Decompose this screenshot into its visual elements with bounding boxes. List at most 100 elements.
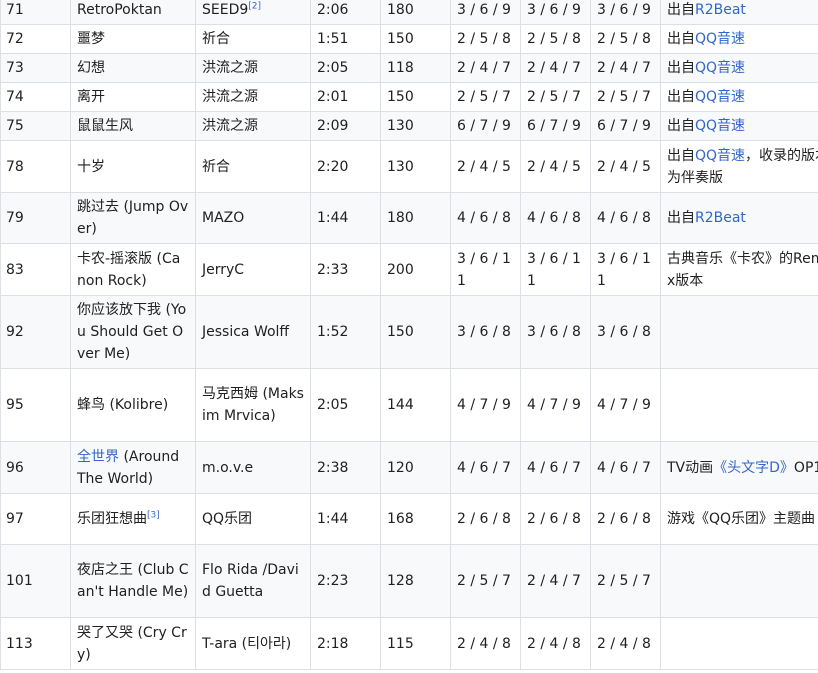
artist-cell: MAZO [195,192,311,244]
bpm-cell: 144 [380,368,451,442]
table-row: 97 乐团狂想曲[3] QQ乐团 1:44 168 2 / 6 / 82 / 6 / 82… [0,493,818,545]
artist-name: 洪流之源 [202,118,258,134]
notes-cell: 古典音乐《卡农》的Remix版本 [660,243,818,296]
song-title-cell: 全世界 (Around The World) [70,441,196,494]
difficulty-hard-cell: 6 / 7 / 9 [590,111,661,141]
song-title: RetroPoktan [77,1,162,18]
source-link[interactable]: QQ音速 [695,31,745,47]
song-title: 哭了又哭 (Cry Cry) [77,624,187,663]
notes-cell: 出自QQ音速 [660,111,818,141]
note-text: 古典音乐《卡农》的Remix版本 [667,250,818,289]
song-title-cell: 哭了又哭 (Cry Cry) [70,617,196,670]
song-title-cell: 噩梦 [70,24,196,54]
source-link[interactable]: R2Beat [695,210,746,226]
difficulty-easy-cell: 2 / 5 / 7 [450,544,521,618]
difficulty-normal-cell: 2 / 6 / 8 [520,493,591,545]
notes-cell [660,617,818,670]
note-text: 出自 [667,118,695,134]
bpm-cell: 120 [380,441,451,494]
difficulty-easy-cell: 6 / 7 / 9 [450,111,521,141]
difficulty-normal-cell: 3 / 6 / 9 [520,0,591,25]
song-title: 乐团狂想曲 [77,511,147,527]
difficulty-easy-cell: 4 / 7 / 9 [450,368,521,442]
source-link[interactable]: QQ音速 [695,148,745,164]
bpm-cell: 115 [380,617,451,670]
difficulty-normal-cell: 4 / 6 / 7 [520,441,591,494]
difficulty-easy-cell: 2 / 4 / 8 [450,617,521,670]
song-number-cell: 74 [0,82,71,112]
bpm-cell: 150 [380,24,451,54]
duration-cell: 2:01 [310,82,381,112]
song-title: 跳过去 (Jump Over) [77,199,189,237]
notes-cell: 出自QQ音速，收录的版本为伴奏版 [660,140,818,193]
difficulty-hard-cell: 2 / 5 / 8 [590,24,661,54]
duration-cell: 1:44 [310,192,381,244]
artist-cell: Flo Rida /David Guetta [195,544,311,618]
note-text: 出自 [667,89,695,105]
bpm-cell: 130 [380,140,451,193]
notes-cell [660,295,818,369]
song-title: 蜂鸟 (Kolibre) [77,397,169,413]
table-row: 96 全世界 (Around The World) m.o.v.e 2:38 120 4 … [0,441,818,494]
source-link[interactable]: 《头文字D》 [713,460,794,476]
table-row: 92 你应该放下我 (You Should Get Over Me) Jessica… [0,295,818,369]
table-row: 73 幻想 洪流之源 2:05 118 2 / 4 / 72 / 4 / 72 / 4 /… [0,53,818,83]
duration-cell: 2:18 [310,617,381,670]
song-list-table: 71 RetroPoktan SEED9[2] 2:06 180 3 / 6 / 93 /… [0,0,818,670]
song-title-link[interactable]: 全世界 [77,449,119,465]
difficulty-easy-cell: 4 / 6 / 7 [450,441,521,494]
note-text: 出自 [667,1,695,18]
difficulty-easy-cell: 3 / 6 / 8 [450,295,521,369]
difficulty-normal-cell: 3 / 6 / 11 [520,243,591,296]
song-title: 卡农-摇滚版 (Canon Rock) [77,250,181,289]
difficulty-easy-cell: 3 / 6 / 9 [450,0,521,25]
reference-link[interactable]: [3] [147,510,160,520]
difficulty-normal-cell: 3 / 6 / 8 [520,295,591,369]
bpm-cell: 180 [380,192,451,244]
table-row: 101 夜店之王 (Club Can't Handle Me) Flo Rida /… [0,544,818,618]
song-title-cell: 乐团狂想曲[3] [70,493,196,545]
song-number-cell: 96 [0,441,71,494]
notes-cell: 游戏《QQ乐团》主题曲 [660,493,818,545]
song-number-cell: 79 [0,192,71,244]
notes-cell: 出自QQ音速 [660,82,818,112]
table-row: 95 蜂鸟 (Kolibre) 马克西姆 (Maksim Mrvica) 2:05 14… [0,368,818,442]
song-number-cell: 78 [0,140,71,193]
difficulty-hard-cell: 3 / 6 / 8 [590,295,661,369]
song-title-cell: 十岁 [70,140,196,193]
duration-cell: 2:20 [310,140,381,193]
artist-name: 洪流之源 [202,60,258,76]
difficulty-easy-cell: 2 / 4 / 7 [450,53,521,83]
difficulty-hard-cell: 2 / 6 / 8 [590,493,661,545]
artist-cell: 洪流之源 [195,53,311,83]
table-row: 113 哭了又哭 (Cry Cry) T-ara (티아라) 2:18 115 2 / 4… [0,617,818,670]
bpm-cell: 200 [380,243,451,296]
notes-cell: 出自R2Beat [660,0,818,25]
difficulty-normal-cell: 4 / 7 / 9 [520,368,591,442]
artist-cell: 祈合 [195,24,311,54]
difficulty-easy-cell: 2 / 5 / 7 [450,82,521,112]
artist-cell: QQ乐团 [195,493,311,545]
artist-cell: m.o.v.e [195,441,311,494]
duration-cell: 2:05 [310,368,381,442]
song-title-cell: RetroPoktan [70,0,196,25]
duration-cell: 1:51 [310,24,381,54]
difficulty-normal-cell: 2 / 5 / 8 [520,24,591,54]
difficulty-normal-cell: 6 / 7 / 9 [520,111,591,141]
source-link[interactable]: QQ音速 [695,118,745,134]
note-text: 出自 [667,31,695,47]
table-row: 83 卡农-摇滚版 (Canon Rock) JerryC 2:33 200 3 / 6 … [0,243,818,296]
source-link[interactable]: R2Beat [695,2,746,18]
song-title: 离开 [77,89,105,105]
song-title-cell: 蜂鸟 (Kolibre) [70,368,196,442]
source-link[interactable]: QQ音速 [695,89,745,105]
table-row: 75 鼠鼠生风 洪流之源 2:09 130 6 / 7 / 96 / 7 / 96 / 7… [0,111,818,141]
table-row: 72 噩梦 祈合 1:51 150 2 / 5 / 82 / 5 / 82 / 5 / 8… [0,24,818,54]
table-row: 78 十岁 祈合 2:20 130 2 / 4 / 52 / 4 / 52 / 4 / 5… [0,140,818,193]
source-link[interactable]: QQ音速 [695,60,745,76]
artist-name: 祈合 [202,31,230,47]
bpm-cell: 150 [380,82,451,112]
duration-cell: 2:05 [310,53,381,83]
reference-link[interactable]: [2] [248,1,261,11]
song-number-cell: 101 [0,544,71,618]
